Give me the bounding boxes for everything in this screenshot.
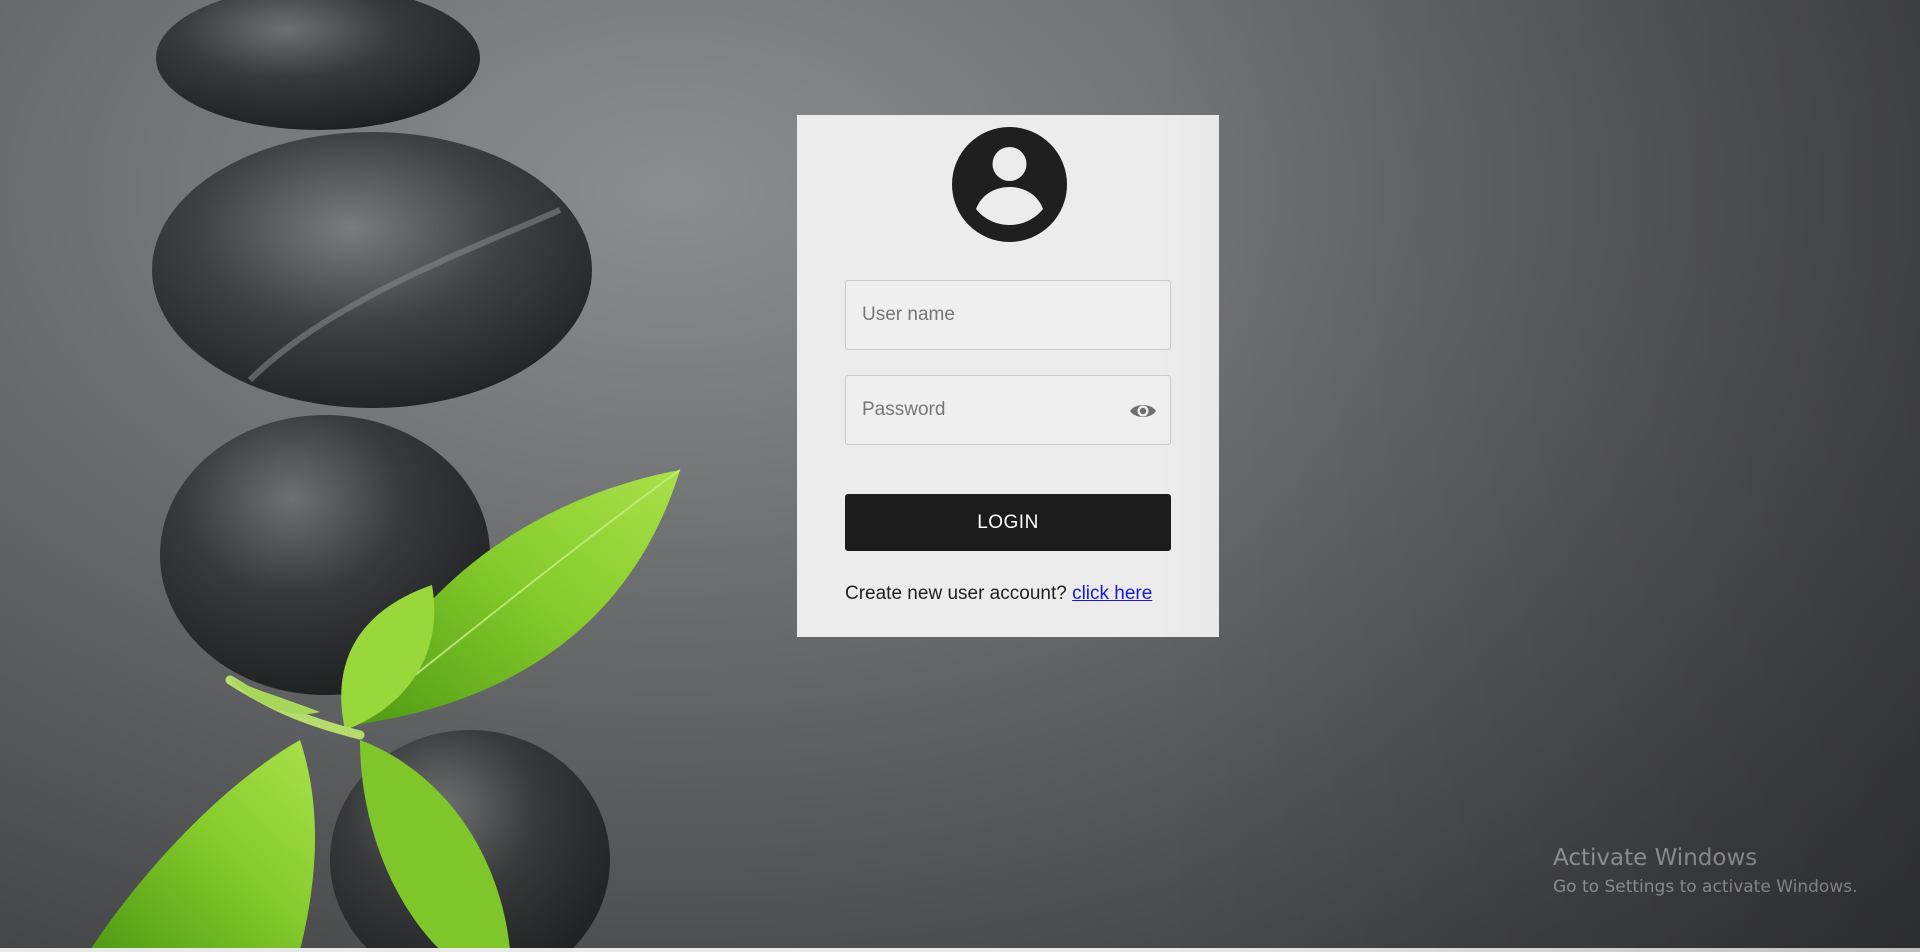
eye-icon[interactable] [1128,398,1158,424]
create-account-text: Create new user account? [845,583,1067,604]
login-button[interactable]: LOGIN [845,494,1171,551]
login-card: LOGIN Create new user account? click her… [797,115,1219,637]
username-input[interactable] [846,281,1170,349]
stone-1 [156,0,480,130]
background-stones-image [90,0,681,952]
login-page: LOGIN Create new user account? click her… [0,0,1920,952]
bottom-edge [0,948,1920,952]
create-account-prompt: Create new user account? click here [845,583,1152,605]
watermark-title: Activate Windows [1553,845,1758,871]
create-account-link[interactable]: click here [1072,583,1152,604]
leaf-3 [90,740,315,950]
stone-2 [152,132,592,408]
password-field[interactable] [845,375,1171,445]
activate-windows-watermark: Activate Windows Go to Settings to activ… [1553,845,1858,897]
password-input[interactable] [846,376,1170,444]
username-field[interactable] [845,280,1171,350]
user-circle-icon [952,127,1067,242]
watermark-subtitle: Go to Settings to activate Windows. [1553,877,1858,897]
